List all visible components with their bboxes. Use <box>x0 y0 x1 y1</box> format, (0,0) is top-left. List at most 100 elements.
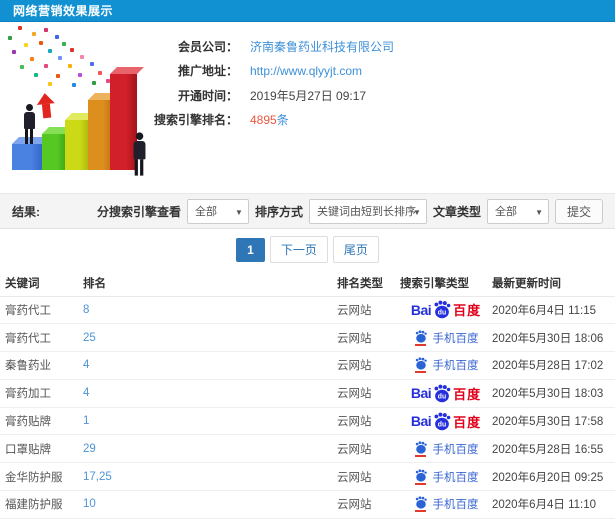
table-row: 福建防护服 10 云网站 手机百度 2020年6月4日 11:10 <box>0 490 615 519</box>
rank-link[interactable]: 4 <box>83 351 337 380</box>
engine-cell: 手机百度 <box>400 490 492 519</box>
rank-link[interactable]: 4 <box>83 379 337 408</box>
engine-filter-value: 全部 <box>194 206 217 218</box>
sort-filter-value: 关键词由短到长排序 <box>316 206 416 218</box>
confetti-dot <box>44 28 48 32</box>
results-table-body: 膏药代工 8 云网站 Bai du 百度 2020年6月4日 11:15 膏药代… <box>0 296 615 519</box>
confetti-dot <box>78 73 82 77</box>
businessman-figure-right <box>130 132 147 176</box>
rank-type-cell: 云网站 <box>337 490 400 519</box>
baidu-paw-icon: du <box>434 301 451 319</box>
engine-cell: Bai du 百度 <box>400 296 492 325</box>
svg-text:du: du <box>438 310 446 317</box>
page-1-button[interactable]: 1 <box>236 237 265 262</box>
info-row-opened: 开通时间： 2019年5月27日 09:17 <box>150 83 615 108</box>
rank-type-cell: 云网站 <box>337 434 400 464</box>
updated-cell: 2020年6月4日 11:15 <box>492 296 615 325</box>
article-type-select[interactable]: 全部 ▼ <box>486 198 549 224</box>
open-time-value: 2019年5月27日 09:17 <box>250 88 367 103</box>
engine-filter-label: 分搜索引擎查看 <box>96 204 181 219</box>
keyword-cell: 膏药加工 <box>0 379 83 408</box>
pagination: 1 下一页 尾页 <box>0 229 615 270</box>
engine-cell: 手机百度 <box>400 323 492 353</box>
submit-button[interactable]: 提交 <box>554 198 603 224</box>
info-row-url: 推广地址： http://www.qlyyjt.com <box>150 59 615 84</box>
rank-link[interactable]: 10 <box>83 490 337 519</box>
keyword-cell: 口罩贴牌 <box>0 434 83 464</box>
marketing-chart-illustration <box>0 22 172 182</box>
col-header-engine-type: 搜索引擎类型 <box>400 270 492 297</box>
keyword-cell: 福建防护服 <box>0 490 83 519</box>
mobile-baidu-paw-icon <box>414 469 428 485</box>
rank-type-cell: 云网站 <box>337 462 400 492</box>
keyword-cell: 金华防护服 <box>0 462 83 492</box>
growth-arrow-icon <box>35 92 57 119</box>
baidu-logo: Bai du 百度 <box>410 384 482 403</box>
keyword-cell: 秦鲁药业 <box>0 351 83 380</box>
updated-cell: 2020年5月30日 18:03 <box>492 379 615 408</box>
rank-link[interactable]: 8 <box>83 296 337 325</box>
mobile-baidu-paw-icon <box>414 496 428 513</box>
confetti-dot <box>32 32 36 36</box>
window-titlebar: 网络营销效果展示 <box>0 0 615 22</box>
mobile-baidu-label: 手机百度 <box>432 471 479 484</box>
mobile-baidu-badge: 手机百度 <box>414 469 479 485</box>
confetti-dot <box>58 56 62 60</box>
sort-filter-select[interactable]: 关键词由短到长排序 ▼ <box>308 198 427 224</box>
confetti-dot <box>56 74 60 78</box>
filter-bar: 结果: 分搜索引擎查看 全部 ▼ 排序方式 关键词由短到长排序 ▼ 文章类型 全… <box>0 193 615 229</box>
table-row: 口罩贴牌 29 云网站 手机百度 2020年5月28日 16:55 <box>0 434 615 464</box>
results-label: 结果: <box>12 204 40 219</box>
sort-filter-label: 排序方式 <box>254 204 303 219</box>
confetti-dot <box>20 65 24 69</box>
mobile-baidu-badge: 手机百度 <box>414 496 479 513</box>
engine-cell: 手机百度 <box>400 434 492 464</box>
rank-type-cell: 云网站 <box>337 379 400 408</box>
confetti-dot <box>30 57 34 61</box>
company-link[interactable]: 济南秦鲁药业科技有限公司 <box>250 38 394 55</box>
confetti-dot <box>62 42 66 46</box>
mobile-baidu-label: 手机百度 <box>432 332 479 345</box>
rank-link[interactable]: 25 <box>83 323 337 353</box>
results-table: 关键词 排名 排名类型 搜索引擎类型 最新更新时间 膏药代工 8 云网站 Bai… <box>0 270 615 519</box>
col-header-keyword: 关键词 <box>0 270 83 297</box>
member-info-section: 会员公司： 济南秦鲁药业科技有限公司 推广地址： http://www.qlyy… <box>0 22 615 193</box>
baidu-paw-icon: du <box>434 412 451 430</box>
article-type-label: 文章类型 <box>432 204 481 219</box>
confetti-dot <box>12 50 16 54</box>
table-row: 膏药代工 25 云网站 手机百度 2020年5月30日 18:06 <box>0 323 615 353</box>
engine-cell: 手机百度 <box>400 351 492 380</box>
col-header-rank-type: 排名类型 <box>337 270 400 297</box>
mobile-baidu-paw-icon <box>414 330 428 346</box>
chevron-down-icon: ▼ <box>235 207 243 217</box>
table-row: 秦鲁药业 4 云网站 手机百度 2020年5月28日 17:02 <box>0 351 615 380</box>
chart-bar-yellow <box>65 120 90 170</box>
article-type-value: 全部 <box>494 206 517 218</box>
updated-cell: 2020年5月28日 17:02 <box>492 351 615 380</box>
info-row-company: 会员公司： 济南秦鲁药业科技有限公司 <box>150 34 615 59</box>
mobile-baidu-badge: 手机百度 <box>414 441 479 457</box>
engine-cell: Bai du 百度 <box>400 407 492 436</box>
engine-filter-select[interactable]: 全部 ▼ <box>186 198 249 224</box>
rank-type-cell: 云网站 <box>337 296 400 325</box>
rank-link[interactable]: 17,25 <box>83 462 337 492</box>
svg-text:du: du <box>438 421 446 428</box>
col-header-rank: 排名 <box>83 270 337 297</box>
mobile-baidu-paw-icon <box>414 357 428 374</box>
ranking-count-number: 4895 <box>250 113 277 128</box>
chevron-down-icon: ▼ <box>413 207 421 217</box>
promo-url-link[interactable]: http://www.qlyyjt.com <box>250 64 362 78</box>
page-title: 网络营销效果展示 <box>13 4 114 18</box>
next-page-button[interactable]: 下一页 <box>269 236 328 263</box>
rank-link[interactable]: 1 <box>83 407 337 436</box>
rank-type-cell: 云网站 <box>337 323 400 353</box>
businessman-figure-left <box>21 104 37 144</box>
table-row: 膏药代工 8 云网站 Bai du 百度 2020年6月4日 11:15 <box>0 296 615 325</box>
rank-link[interactable]: 29 <box>83 434 337 464</box>
mobile-baidu-label: 手机百度 <box>432 499 479 512</box>
keyword-cell: 膏药代工 <box>0 296 83 325</box>
updated-cell: 2020年5月30日 17:58 <box>492 407 615 436</box>
svg-text:du: du <box>438 393 446 400</box>
col-header-updated: 最新更新时间 <box>492 270 615 297</box>
last-page-button[interactable]: 尾页 <box>332 236 379 263</box>
